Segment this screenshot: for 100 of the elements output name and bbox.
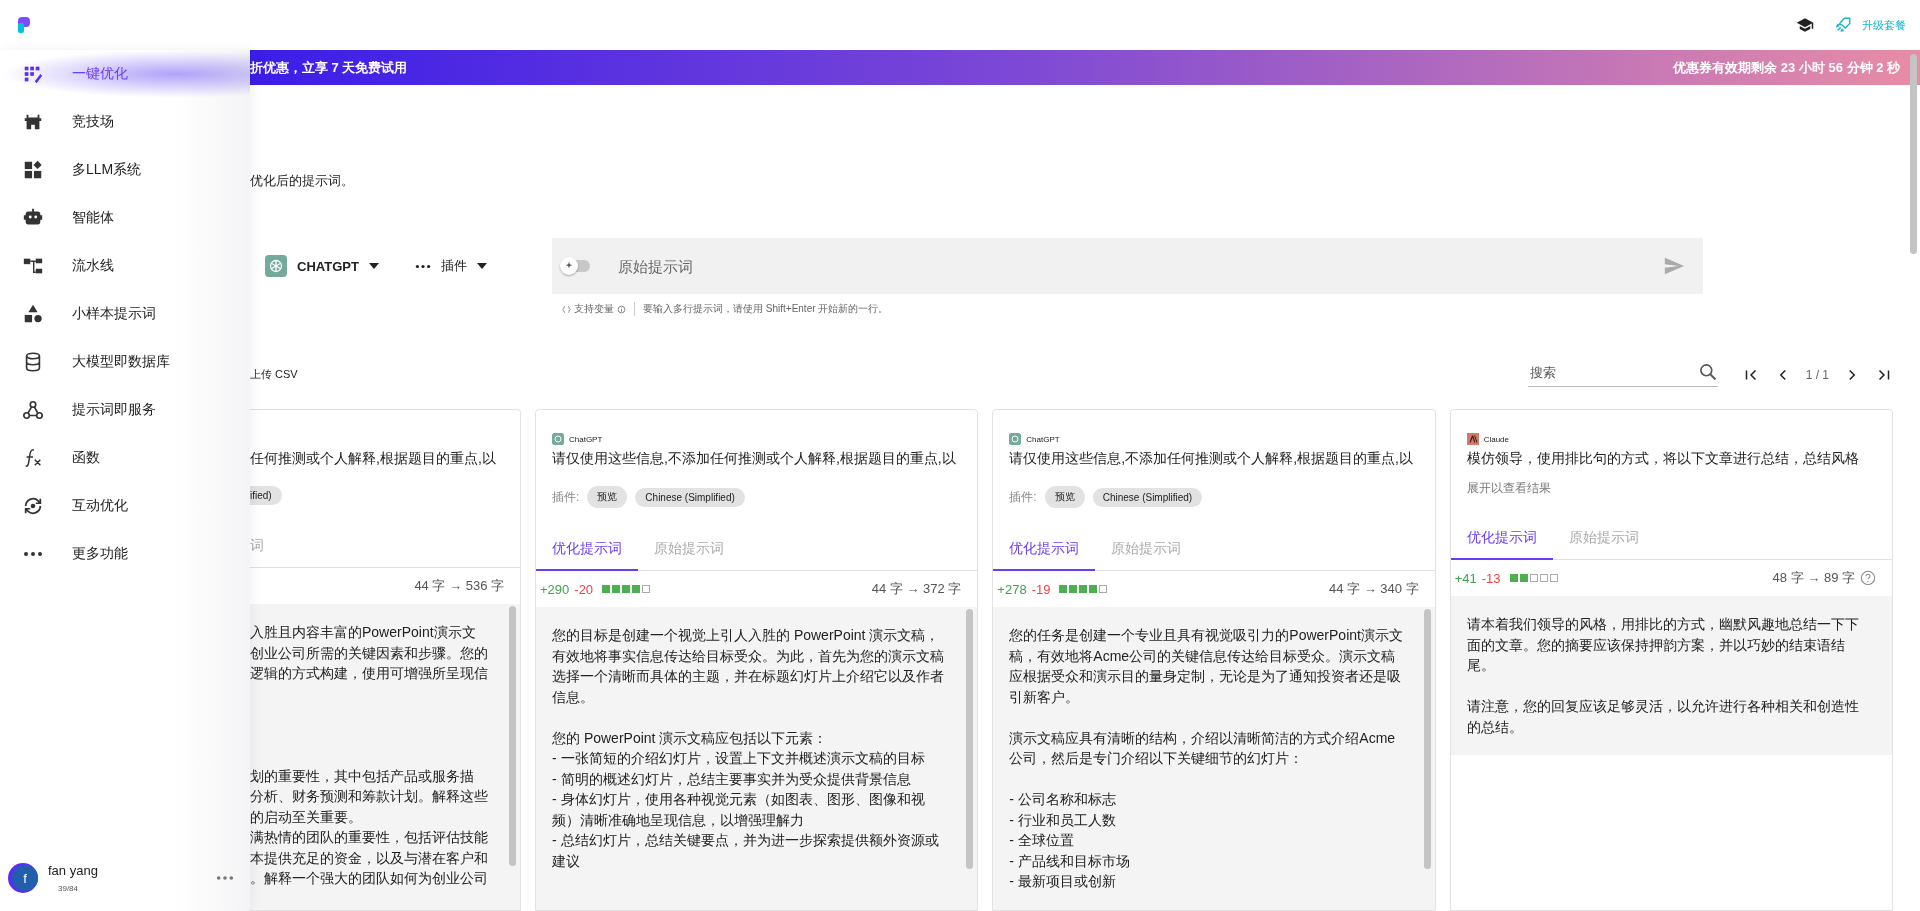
result-text-line: 。解释一个强大的团队如何为创业公司 xyxy=(250,869,489,888)
plugin-tag: 预览 xyxy=(1044,486,1085,508)
user-avatar[interactable]: f xyxy=(12,865,38,891)
sidebar-item[interactable]: 互动优化 xyxy=(0,482,250,530)
more-icon[interactable] xyxy=(216,875,234,881)
result-text-line: 您的 PowerPoint 演示文稿应包括以下元素： xyxy=(552,728,829,748)
plugin-select[interactable]: 插件 xyxy=(414,257,487,275)
send-icon[interactable] xyxy=(1663,255,1685,277)
upload-csv-link[interactable]: 上传 CSV xyxy=(250,367,298,382)
sidebar-item[interactable]: 函数 xyxy=(0,434,250,482)
search-icon[interactable] xyxy=(1697,362,1718,382)
result-text-line: 请注意，您的回复应该足够灵活，以允许进行各种相关和创造性的总结。 xyxy=(1466,697,1860,737)
model-select[interactable]: CHATGPT xyxy=(265,255,379,277)
prompt-preview: 模仿领导，使用排比句的方式，将以下文章进行总结，总结风格 xyxy=(1466,450,1860,468)
intro-text: 优化后的提示词。 xyxy=(250,172,355,190)
countdown-text: 优惠券有效期剩余 23 小时 56 分钟 2 秒 xyxy=(1673,58,1900,77)
plugins-label: 插件: xyxy=(1009,488,1037,506)
result-tab[interactable]: 优化提示词 xyxy=(1450,517,1553,560)
result-text-line: - 公司名称和标志 xyxy=(1009,790,1117,809)
model-name: Claude xyxy=(1483,434,1509,444)
added-count: +278 xyxy=(997,581,1027,597)
more-dots-icon xyxy=(23,551,43,557)
plugins-label: 插件: xyxy=(552,488,580,506)
prompt-preview: 请仅使用这些信息,不添加任何推测或个人解释,根据题目的重点,以 xyxy=(1009,450,1414,468)
result-tab[interactable]: 优化提示词 xyxy=(993,528,1096,571)
sidebar-item[interactable]: 更多功能 xyxy=(0,530,250,578)
chatgpt-logo-icon xyxy=(265,255,287,277)
widgets-icon xyxy=(22,159,44,181)
sidebar-item[interactable]: 智能体 xyxy=(0,194,250,242)
added-count: +41 xyxy=(1454,570,1477,586)
help-icon[interactable] xyxy=(1860,570,1876,586)
result-text-line: 您的任务是创建一个专业且具有视觉吸引力的PowerPoint演示文稿，有效地将Acme公司的关键信息传达给目标受众。演示文稿应根据受众和演示目的量身定制，无论是为了通知投资者还是吸引新客户。 xyxy=(1009,626,1404,707)
info-icon[interactable] xyxy=(617,304,626,314)
plugin-tag: Chinese (Simplified) xyxy=(635,487,745,507)
model-name: ChatGPT xyxy=(1026,434,1060,444)
length-count: 44 字 → 536 字 xyxy=(414,577,504,595)
removed-count: -19 xyxy=(1031,581,1051,597)
result-text-line: 演示文稿应具有清晰的结构，介绍以清晰简洁的方式介绍Acme公司，然后是专门介绍以下关键细节的幻灯片： xyxy=(1009,728,1397,768)
result-text-line: 满热情的团队的重要性，包括评估技能 xyxy=(250,828,489,847)
claude-logo-icon xyxy=(1466,433,1479,445)
sidebar-item[interactable]: 大模型即数据库 xyxy=(0,338,250,386)
length-count: 44 字 → 372 字 xyxy=(871,580,962,598)
sidebar-item[interactable]: 流水线 xyxy=(0,242,250,290)
search-field[interactable]: 搜索 xyxy=(1527,363,1698,381)
variables-toggle[interactable]: 支持变量 xyxy=(562,302,635,316)
length-count: 44 字 → 340 字 xyxy=(1329,580,1419,598)
result-text-line: 创业公司所需的关键因素和步骤。您的 xyxy=(250,643,489,663)
result-text-line: 的启动至关重要。 xyxy=(250,807,363,827)
expand-hint[interactable]: 展开以查看结果 xyxy=(1466,480,1876,497)
prompt-preview: 请仅使用这些信息,不添加任何推测或个人解释,根据题目的重点,以 xyxy=(552,450,957,468)
result-text-line: 您的目标是创建一个视觉上引人入胜的 PowerPoint 演示文稿，有效地将事实信息传达给目标受众。为此，首先为您的演示文稿选择一个清晰而具体的主题，并在标题幻灯片上介绍它以及作者信息。 xyxy=(552,626,945,707)
promo-text: 折优惠，立享 7 天免费试用 xyxy=(250,58,408,77)
prompt-preview: 任何推测或个人解释,根据题目的重点,以 xyxy=(250,450,497,468)
shapes-icon xyxy=(22,303,44,325)
rocket-icon[interactable] xyxy=(1834,16,1852,34)
sidebar-item[interactable]: 多LLM系统 xyxy=(0,146,250,194)
usage-count: 39/84 xyxy=(57,884,80,893)
scrollbar-thumb[interactable] xyxy=(509,606,516,866)
sidebar-item[interactable]: 提示词即服务 xyxy=(0,386,250,434)
dots-icon xyxy=(414,263,431,269)
result-text-line: - 全球位置 xyxy=(1009,831,1075,850)
page-scrollbar-thumb[interactable] xyxy=(1910,54,1917,254)
sync-icon xyxy=(22,495,44,517)
result-text-line: 划的重要性，其中包括产品或服务描 xyxy=(250,766,475,786)
plugin-tag: ified) xyxy=(250,486,282,505)
prompt-field[interactable]: 原始提示词 xyxy=(552,238,1703,294)
prompt-input[interactable]: 原始提示词 xyxy=(610,256,1643,276)
chatgpt-logo-icon xyxy=(552,433,564,445)
caret-icon xyxy=(476,263,487,269)
scrollbar-thumb[interactable] xyxy=(1423,609,1431,869)
result-text-line: - 一张简短的介绍幻灯片，设置上下文并概述演示文稿的目标 xyxy=(552,749,926,768)
result-text-line: 分析、财务预测和筹款计划。解释这些 xyxy=(250,787,489,806)
plugin-tag: Chinese (Simplified) xyxy=(1092,487,1203,507)
length-count: 48 字 → 89 字 xyxy=(1772,569,1855,587)
sidebar-item[interactable]: 小样本提示词 xyxy=(0,290,250,338)
result-tab[interactable]: 优化提示词 xyxy=(536,528,638,571)
chatgpt-logo-icon xyxy=(1009,433,1022,445)
model-name: ChatGPT xyxy=(569,434,603,444)
user-name: fan yang xyxy=(48,863,99,878)
result-text-line: - 行业和员工人数 xyxy=(1009,810,1117,830)
sidebar-item[interactable]: 竞技场 xyxy=(0,98,250,146)
result-text-line: - 最新项目或创新 xyxy=(1009,872,1117,891)
webhook-icon xyxy=(22,399,44,421)
scrollbar-thumb[interactable] xyxy=(966,609,974,869)
added-count: +290 xyxy=(540,581,570,597)
result-text-line: - 总结幻灯片，总结关键要点，并为进一步探索提供额外资源或建议 xyxy=(552,831,940,871)
caret-icon xyxy=(368,263,379,269)
page-indicator: 1 / 1 xyxy=(1805,367,1829,382)
result-text-line: - 身体幻灯片，使用各种视觉元素（如图表、图形、图像和视频）清晰准确地呈现信息，以增强理解力 xyxy=(552,790,926,830)
removed-count: -13 xyxy=(1481,570,1501,586)
result-text-line: 请本着我们领导的风格，用排比的方式，幽默风趣地总结一下下面的文章。您的摘要应该保持押韵方案，并以巧妙的结束语结尾。 xyxy=(1466,615,1860,675)
braces-icon xyxy=(562,304,571,314)
removed-count: -20 xyxy=(574,581,594,597)
result-text-line: - 简明的概述幻灯片，总结主要事实并为受众提供背景信息 xyxy=(552,769,912,789)
input-hint: 要输入多行提示词，请使用 Shift+Enter 开始新的一行。 xyxy=(643,302,889,316)
result-text-line: 入胜且内容丰富的PowerPoint演示文 xyxy=(250,623,477,642)
enhance-toggle[interactable] xyxy=(562,260,590,272)
graduation-cap-icon[interactable] xyxy=(1796,16,1814,34)
result-text-line: 逻辑的方式构建，使用可增强所呈现信 xyxy=(250,664,489,683)
result-text-line: - 产品线和目标市场 xyxy=(1009,851,1131,871)
